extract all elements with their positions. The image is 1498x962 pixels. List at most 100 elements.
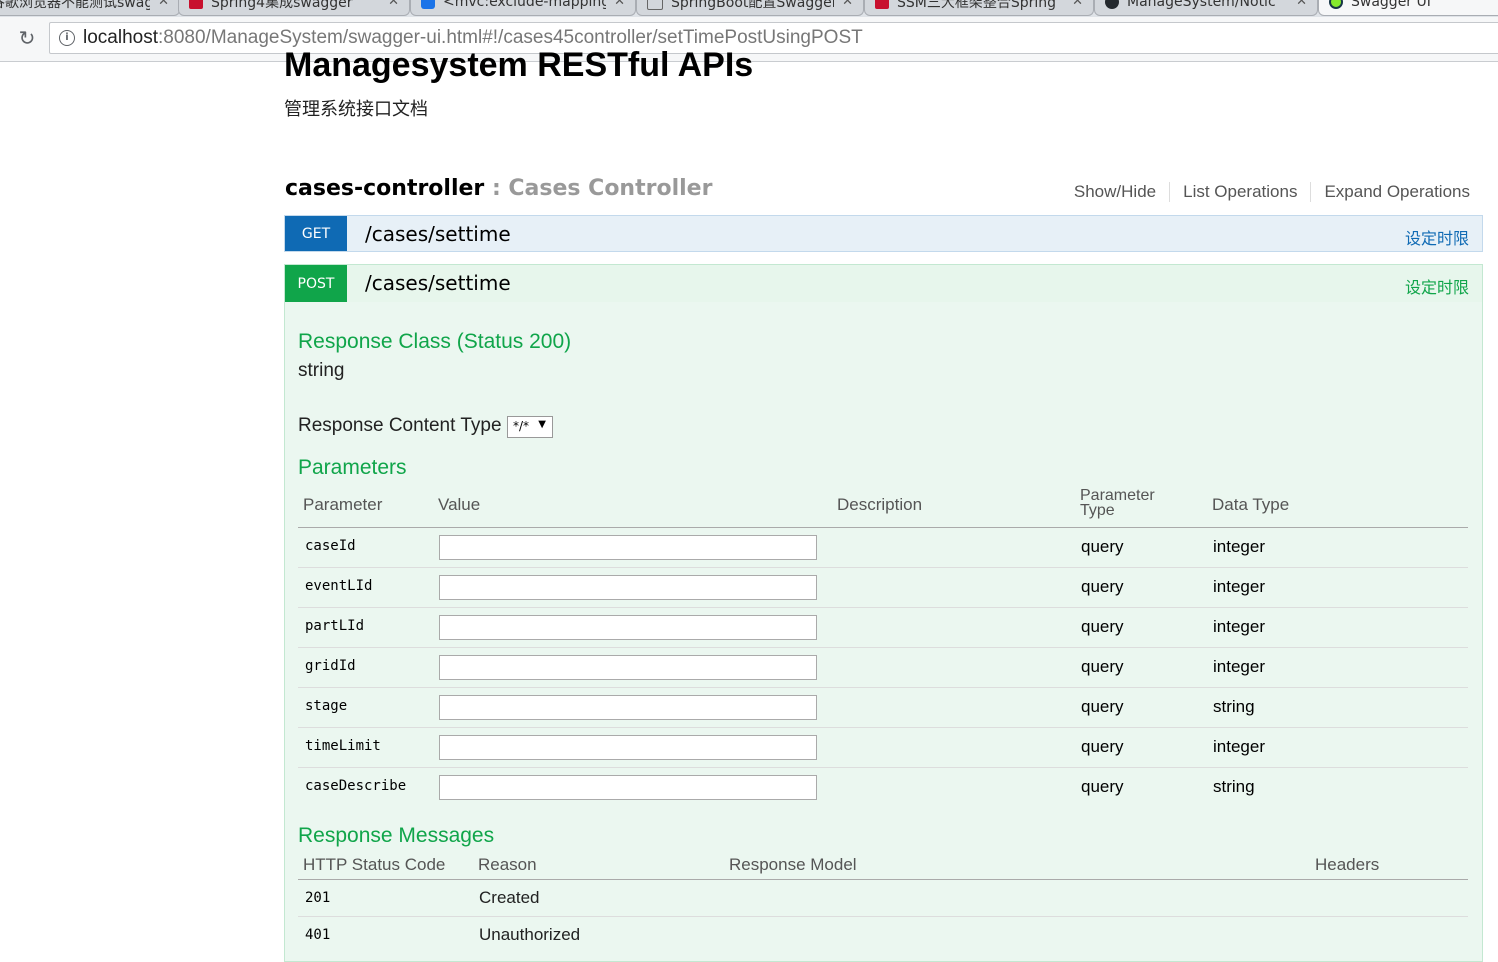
close-icon[interactable]: ✕ (614, 0, 625, 9)
browser-tab[interactable]: Spring4集成swagger ✕ (178, 0, 410, 16)
row-divider (298, 607, 1468, 608)
param-value-input[interactable] (439, 735, 817, 760)
param-type: query (1081, 537, 1124, 556)
tab-title: 谷歌浏览器不能测试swagger (0, 0, 151, 11)
address-bar[interactable]: i localhost:8080/ManageSystem/swagger-ui… (49, 22, 1498, 54)
controller-links: Show/Hide List Operations Expand Operati… (1061, 182, 1470, 202)
table-header-divider (298, 879, 1468, 880)
col-headers: Headers (1315, 855, 1380, 874)
method-badge-get[interactable]: GET (285, 216, 347, 251)
response-class-heading: Response Class (Status 200) (298, 330, 572, 353)
tab-title: Spring4集成swagger (211, 0, 353, 11)
param-value-input[interactable] (439, 655, 817, 680)
page-title: Managesystem RESTful APIs (284, 46, 754, 84)
parameters-heading: Parameters (298, 456, 407, 479)
show-hide-link[interactable]: Show/Hide (1061, 182, 1171, 202)
operation-summary[interactable]: 设定时限 (1405, 225, 1469, 249)
response-class-value: string (298, 360, 345, 381)
param-value-input[interactable] (439, 575, 817, 600)
operation-path[interactable]: /cases/settime (365, 222, 511, 246)
csdn-icon (875, 0, 889, 9)
dropdown-arrow-icon: ▼ (538, 419, 546, 430)
content-type-select[interactable]: */* ▼ (507, 416, 553, 438)
col-reason: Reason (478, 855, 537, 874)
csdn-icon (189, 0, 203, 9)
tab-title: ManageSystem/Notic (1127, 0, 1276, 10)
pen-icon (647, 0, 663, 10)
col-parameter: Parameter (303, 495, 383, 514)
param-type: query (1081, 777, 1124, 796)
param-name: caseDescribe (305, 778, 407, 794)
tab-title: SpringBoot配置Swagger (671, 0, 835, 11)
close-icon[interactable]: ✕ (1296, 0, 1307, 9)
controller-heading[interactable]: cases-controller : Cases Controller (285, 176, 712, 201)
url-host: localhost (83, 27, 158, 48)
response-code: 201 (305, 890, 331, 906)
row-divider (298, 916, 1468, 917)
tab-strip: 谷歌浏览器不能测试swagger ✕ Spring4集成swagger ✕ <mvc… (0, 0, 1498, 17)
param-type: query (1081, 737, 1124, 756)
param-value-input[interactable] (439, 775, 817, 800)
param-type: query (1081, 577, 1124, 596)
operation-get[interactable]: GET /cases/settime 设定时限 (284, 215, 1483, 252)
response-code: 401 (305, 927, 331, 943)
api-description: 管理系统接口文档 (284, 99, 428, 120)
param-name: eventLId (305, 578, 373, 594)
response-reason: Unauthorized (479, 925, 581, 944)
method-badge-post[interactable]: POST (285, 265, 347, 302)
param-type: query (1081, 657, 1124, 676)
operation-post[interactable]: POST /cases/settime 设定时限 (284, 264, 1483, 302)
col-parameter-type: Parameter Type (1080, 487, 1155, 519)
controller-separator: : (484, 176, 509, 201)
col-parameter-type-line1: Parameter (1080, 487, 1155, 504)
browser-tab[interactable]: 谷歌浏览器不能测试swagger ✕ (0, 0, 180, 16)
param-name: stage (305, 698, 348, 714)
controller-description: Cases Controller (508, 176, 713, 201)
param-data-type: integer (1213, 617, 1265, 636)
col-parameter-type-line2: Type (1080, 502, 1115, 519)
tab-title: <mvc:exclude-mapping (443, 0, 607, 10)
browser-tab[interactable]: ManageSystem/Notic ✕ (1094, 0, 1318, 16)
reload-icon[interactable]: ↻ (16, 27, 38, 49)
table-header-divider (298, 527, 1468, 528)
browser-tab-active[interactable]: Swagger UI (1318, 0, 1498, 16)
content-type-label: Response Content Type (298, 415, 502, 436)
param-value-input[interactable] (439, 535, 817, 560)
browser-tab[interactable]: <mvc:exclude-mapping ✕ (410, 0, 636, 16)
col-response-model: Response Model (729, 855, 857, 874)
param-data-type: integer (1213, 537, 1265, 556)
browser-tab[interactable]: SSM三大框架整合Spring ✕ (864, 0, 1094, 16)
param-name: caseId (305, 538, 356, 554)
param-value-input[interactable] (439, 615, 817, 640)
param-data-type: string (1213, 697, 1255, 716)
baidu-icon (421, 0, 435, 9)
param-type: query (1081, 617, 1124, 636)
close-icon[interactable]: ✕ (1072, 0, 1083, 9)
param-value-input[interactable] (439, 695, 817, 720)
row-divider (298, 767, 1468, 768)
row-divider (298, 567, 1468, 568)
col-http-status-code: HTTP Status Code (303, 855, 446, 874)
operation-path[interactable]: /cases/settime (365, 271, 511, 295)
controller-name[interactable]: cases-controller (285, 176, 484, 201)
param-data-type: integer (1213, 577, 1265, 596)
param-data-type: integer (1213, 737, 1265, 756)
param-name: timeLimit (305, 738, 381, 754)
expand-operations-link[interactable]: Expand Operations (1311, 182, 1470, 202)
list-operations-link[interactable]: List Operations (1170, 182, 1312, 202)
operation-summary[interactable]: 设定时限 (1405, 274, 1469, 298)
github-icon (1105, 0, 1119, 9)
close-icon[interactable]: ✕ (388, 0, 399, 9)
close-icon[interactable]: ✕ (842, 0, 853, 9)
tab-title: Swagger UI (1351, 0, 1431, 10)
col-data-type: Data Type (1212, 495, 1290, 514)
browser-tab[interactable]: SpringBoot配置Swagger ✕ (636, 0, 864, 16)
param-data-type: integer (1213, 657, 1265, 676)
row-divider (298, 647, 1468, 648)
info-icon[interactable]: i (59, 30, 75, 46)
param-type: query (1081, 697, 1124, 716)
close-icon[interactable]: ✕ (158, 0, 169, 9)
row-divider (298, 687, 1468, 688)
col-description: Description (837, 495, 923, 514)
col-value: Value (438, 495, 481, 514)
